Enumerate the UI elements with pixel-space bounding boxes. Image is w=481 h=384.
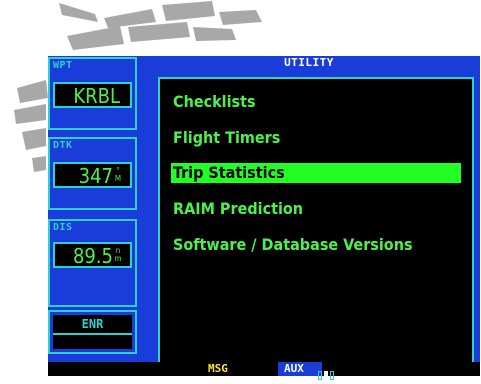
waypoint-value: KRBL — [73, 84, 120, 108]
menu-item-flight-timers[interactable]: Flight Timers — [171, 128, 461, 148]
waypoint-value-box: KRBL — [53, 82, 132, 108]
status-bar: MSG AUX — [48, 362, 480, 380]
page-position-indicator — [318, 365, 336, 384]
page-title: UTILITY — [284, 56, 334, 69]
desired-track-label: DTK — [53, 140, 73, 151]
menu-item-checklists[interactable]: Checklists — [171, 92, 461, 112]
utility-menu: Checklists Flight Timers Trip Statistics… — [158, 77, 474, 370]
distance-unit-m: m — [114, 254, 122, 263]
distance-number: 89.5 — [72, 244, 113, 268]
distance-value-box: 89.5 n m — [53, 242, 132, 268]
waypoint-panel: WPT KRBL — [48, 57, 137, 130]
message-indicator[interactable]: MSG — [208, 362, 228, 375]
desired-track-unit-magnetic: M — [114, 174, 122, 183]
menu-item-software-database-versions[interactable]: Software / Database Versions — [171, 235, 461, 255]
cdi-mode-indicator: ENR — [53, 315, 132, 335]
distance-label: DIS — [53, 222, 73, 233]
waypoint-label: WPT — [53, 60, 73, 71]
desired-track-value-box: 347 ° M — [53, 162, 132, 188]
cdi-mode-subbox — [53, 335, 132, 349]
menu-item-trip-statistics[interactable]: Trip Statistics — [171, 163, 461, 183]
cdi-mode-panel: ENR — [48, 310, 137, 354]
desired-track-panel: DTK 347 ° M — [48, 137, 137, 210]
distance-value: 89.5 n m — [73, 245, 122, 267]
desired-track-value: 347 ° M — [79, 165, 122, 187]
gps-display-screen: WPT KRBL DTK 347 ° M DIS 89.5 n m ENR UTILIT… — [48, 56, 480, 380]
desired-track-number: 347 — [78, 164, 113, 188]
page-group-indicator: AUX — [278, 362, 322, 376]
distance-panel: DIS 89.5 n m — [48, 219, 137, 307]
menu-item-raim-prediction[interactable]: RAIM Prediction — [171, 199, 461, 219]
